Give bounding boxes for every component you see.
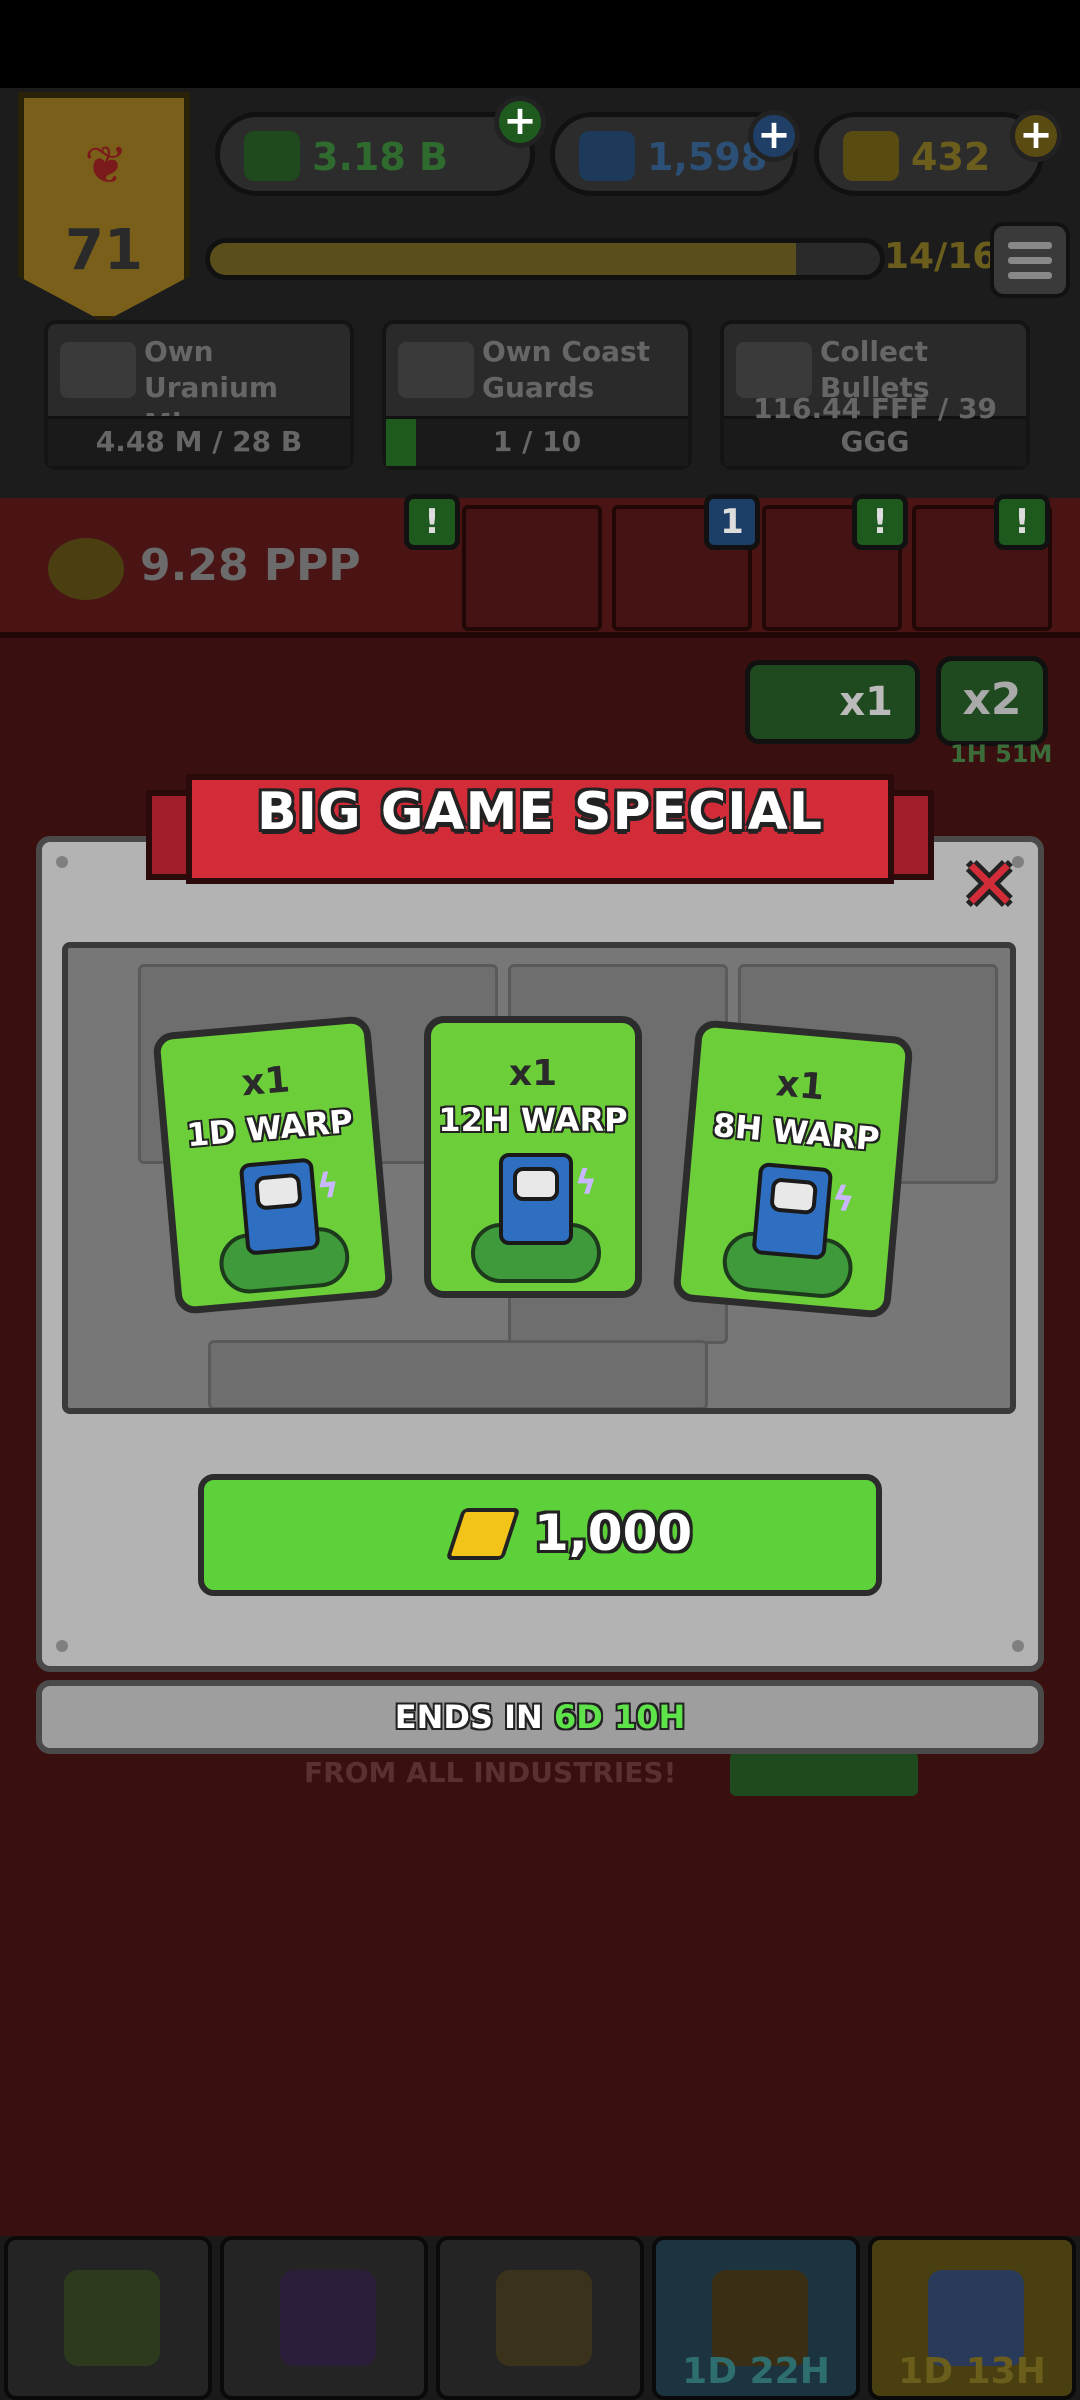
buy-price: 1,000 xyxy=(534,1504,693,1562)
multiplier-x2-button[interactable]: x2 xyxy=(936,656,1048,746)
wings-icon: ❦ xyxy=(84,136,128,196)
level-number: 71 xyxy=(65,218,143,283)
quest-card[interactable]: Collect Bullets 116.44 FFF / 39 GGG xyxy=(720,320,1030,470)
gold-value: 432 xyxy=(911,135,991,179)
quest-progress-text: 4.48 M / 28 B xyxy=(95,425,303,458)
gold-bar-icon xyxy=(445,1508,521,1560)
bullets-icon xyxy=(736,342,812,398)
warp-pack-icon: ϟ xyxy=(720,1160,861,1301)
coast-guard-ship-icon xyxy=(398,342,474,398)
quest-card[interactable]: Own Coast Guards 1 / 10 xyxy=(382,320,692,470)
flask-icon xyxy=(579,131,635,181)
gold-counter[interactable]: 432 xyxy=(814,112,1044,196)
card-title: 1D WARP xyxy=(185,1101,355,1155)
notification-badge: ! xyxy=(852,494,908,550)
event-timer: 1D 22H xyxy=(682,2351,830,2392)
buy-button[interactable]: 1,000 xyxy=(198,1474,882,1596)
notification-badge: 1 xyxy=(704,494,760,550)
modal-title: BIG GAME SPECIAL xyxy=(256,782,824,842)
menu-icon xyxy=(1008,242,1052,249)
nav-shop-button[interactable]: 1D 13H xyxy=(868,2236,1076,2400)
quest-progress-text: 1 / 10 xyxy=(492,425,582,458)
card-quantity: x1 xyxy=(508,1053,558,1094)
cash-icon xyxy=(244,131,300,181)
cash-value: 3.18 B xyxy=(312,135,448,179)
multiplier-x1-button[interactable]: x1 xyxy=(745,660,920,744)
status-bar xyxy=(0,0,1080,88)
industry-slot[interactable] xyxy=(462,505,602,631)
offer-timer-text: ENDS IN 6D 10H xyxy=(394,1698,686,1736)
timer-days: 6D xyxy=(553,1698,603,1736)
level-progress-fill xyxy=(210,243,797,275)
notification-badge: ! xyxy=(994,494,1050,550)
background-button xyxy=(730,1752,918,1796)
quest-progress-text: 116.44 FFF / 39 GGG xyxy=(753,392,997,458)
level-banner[interactable]: ❦ 71 xyxy=(18,92,190,322)
reward-card-8h-warp: x1 8H WARP ϟ xyxy=(672,1019,914,1319)
reward-card-12h-warp: x1 12H WARP ϟ xyxy=(424,1016,642,1298)
warp-pack-icon: ϟ xyxy=(211,1155,352,1296)
offer-timer-bar: ENDS IN 6D 10H xyxy=(36,1680,1044,1754)
quest-card[interactable]: Own Uranium Mines 4.48 M / 28 B xyxy=(44,320,354,470)
ticket-icon xyxy=(496,2270,592,2366)
nav-cards-button[interactable] xyxy=(220,2236,428,2400)
uranium-mine-icon xyxy=(60,342,136,398)
reward-card-1d-warp: x1 1D WARP ϟ xyxy=(152,1015,394,1315)
add-gold-button[interactable]: + xyxy=(1010,110,1062,162)
add-science-button[interactable]: + xyxy=(748,110,800,162)
nav-ticket-button[interactable] xyxy=(436,2236,644,2400)
level-progress-text: 14/16 xyxy=(884,236,998,277)
close-icon[interactable]: ✕ xyxy=(960,850,1019,920)
potato-icon xyxy=(48,538,124,600)
card-title: 12H WARP xyxy=(438,1101,628,1139)
nav-potato-event-button[interactable]: 1D 22H xyxy=(652,2236,860,2400)
cards-icon xyxy=(280,2270,376,2366)
level-progress-bar xyxy=(205,238,885,280)
background-banner-text: FROM ALL INDUSTRIES! xyxy=(304,1756,677,1789)
flag-icon xyxy=(64,2270,160,2366)
notification-badge: ! xyxy=(404,494,460,550)
add-cash-button[interactable]: + xyxy=(494,96,546,148)
cash-counter[interactable]: 3.18 B xyxy=(215,112,535,196)
shop-timer: 1D 13H xyxy=(898,2351,1046,2392)
menu-button[interactable] xyxy=(990,222,1070,298)
multiplier-timer: 1H 51M xyxy=(950,740,1053,768)
quest-title: Own Coast Guards xyxy=(482,335,651,404)
warp-pack-icon: ϟ xyxy=(471,1153,601,1283)
card-title: 8H WARP xyxy=(711,1105,882,1159)
nav-flag-button[interactable] xyxy=(4,2236,212,2400)
gold-icon xyxy=(843,131,899,181)
industry-rate: 9.28 PPP xyxy=(140,540,361,591)
timer-hours: 10H xyxy=(613,1698,686,1736)
